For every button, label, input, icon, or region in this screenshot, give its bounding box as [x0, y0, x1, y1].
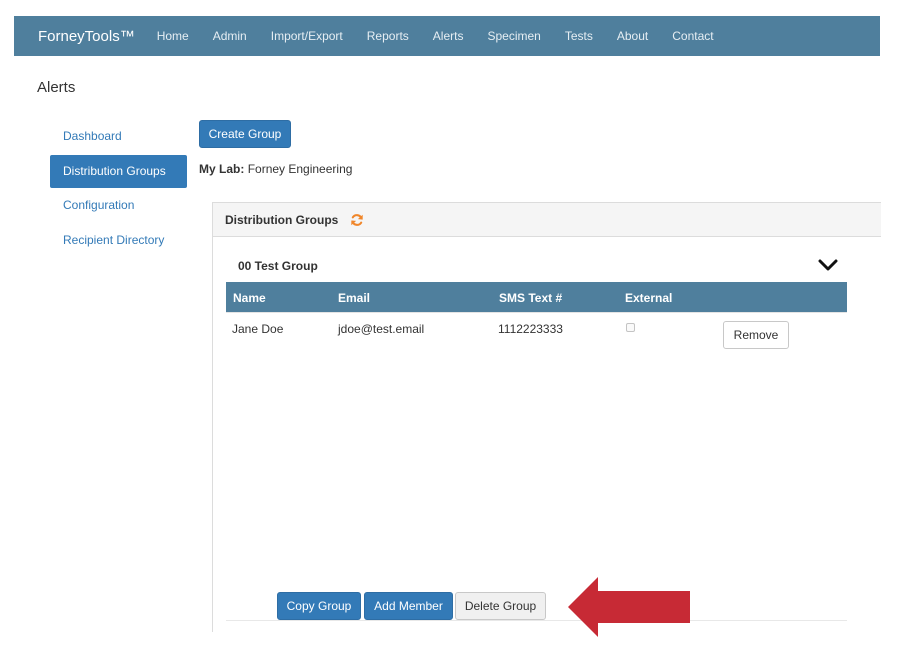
delete-group-button[interactable]: Delete Group [455, 592, 546, 620]
page-title: Alerts [37, 79, 76, 96]
nav-alerts[interactable]: Alerts [433, 29, 464, 43]
my-lab-name: Forney Engineering [247, 162, 353, 176]
nav-specimen[interactable]: Specimen [487, 29, 540, 43]
column-email: Email [338, 291, 371, 305]
member-sms: 1112223333 [498, 322, 563, 336]
column-external: External [625, 291, 673, 305]
my-lab-label: My Lab: [199, 162, 245, 176]
sidebar-item-recipient-directory[interactable]: Recipient Directory [50, 224, 187, 257]
remove-member-button[interactable]: Remove [723, 321, 789, 349]
members-table-header: Name Email SMS Text # External [226, 282, 847, 312]
brand-logo[interactable]: ForneyTools™ [38, 28, 135, 45]
nav-import-export[interactable]: Import/Export [271, 29, 343, 43]
table-row-divider [226, 312, 847, 313]
chevron-down-icon[interactable] [818, 258, 838, 272]
group-name: 00 Test Group [238, 259, 318, 273]
nav-about[interactable]: About [617, 29, 648, 43]
top-navbar: ForneyTools™ Home Admin Import/Export Re… [14, 16, 880, 56]
create-group-button[interactable]: Create Group [199, 120, 291, 148]
pointer-arrow-icon [568, 577, 690, 637]
refresh-icon[interactable] [350, 213, 364, 227]
sidebar-item-dashboard[interactable]: Dashboard [50, 120, 187, 153]
my-lab-info: My Lab: Forney Engineering [199, 162, 352, 176]
member-name: Jane Doe [232, 322, 284, 336]
external-checkbox[interactable] [626, 323, 635, 332]
column-name: Name [233, 291, 266, 305]
panel-title: Distribution Groups [225, 212, 339, 227]
nav-home[interactable]: Home [157, 29, 189, 43]
nav-tests[interactable]: Tests [565, 29, 593, 43]
panel-heading: Distribution Groups [213, 202, 881, 237]
column-sms: SMS Text # [499, 291, 563, 305]
member-email: jdoe@test.email [338, 322, 425, 336]
copy-group-button[interactable]: Copy Group [277, 592, 361, 620]
nav-admin[interactable]: Admin [213, 29, 247, 43]
sidebar-item-configuration[interactable]: Configuration [50, 189, 187, 222]
nav-reports[interactable]: Reports [367, 29, 409, 43]
sidebar-item-distribution-groups[interactable]: Distribution Groups [50, 155, 187, 188]
panel-footer-divider [226, 620, 847, 621]
add-member-button[interactable]: Add Member [364, 592, 453, 620]
nav-contact[interactable]: Contact [672, 29, 713, 43]
